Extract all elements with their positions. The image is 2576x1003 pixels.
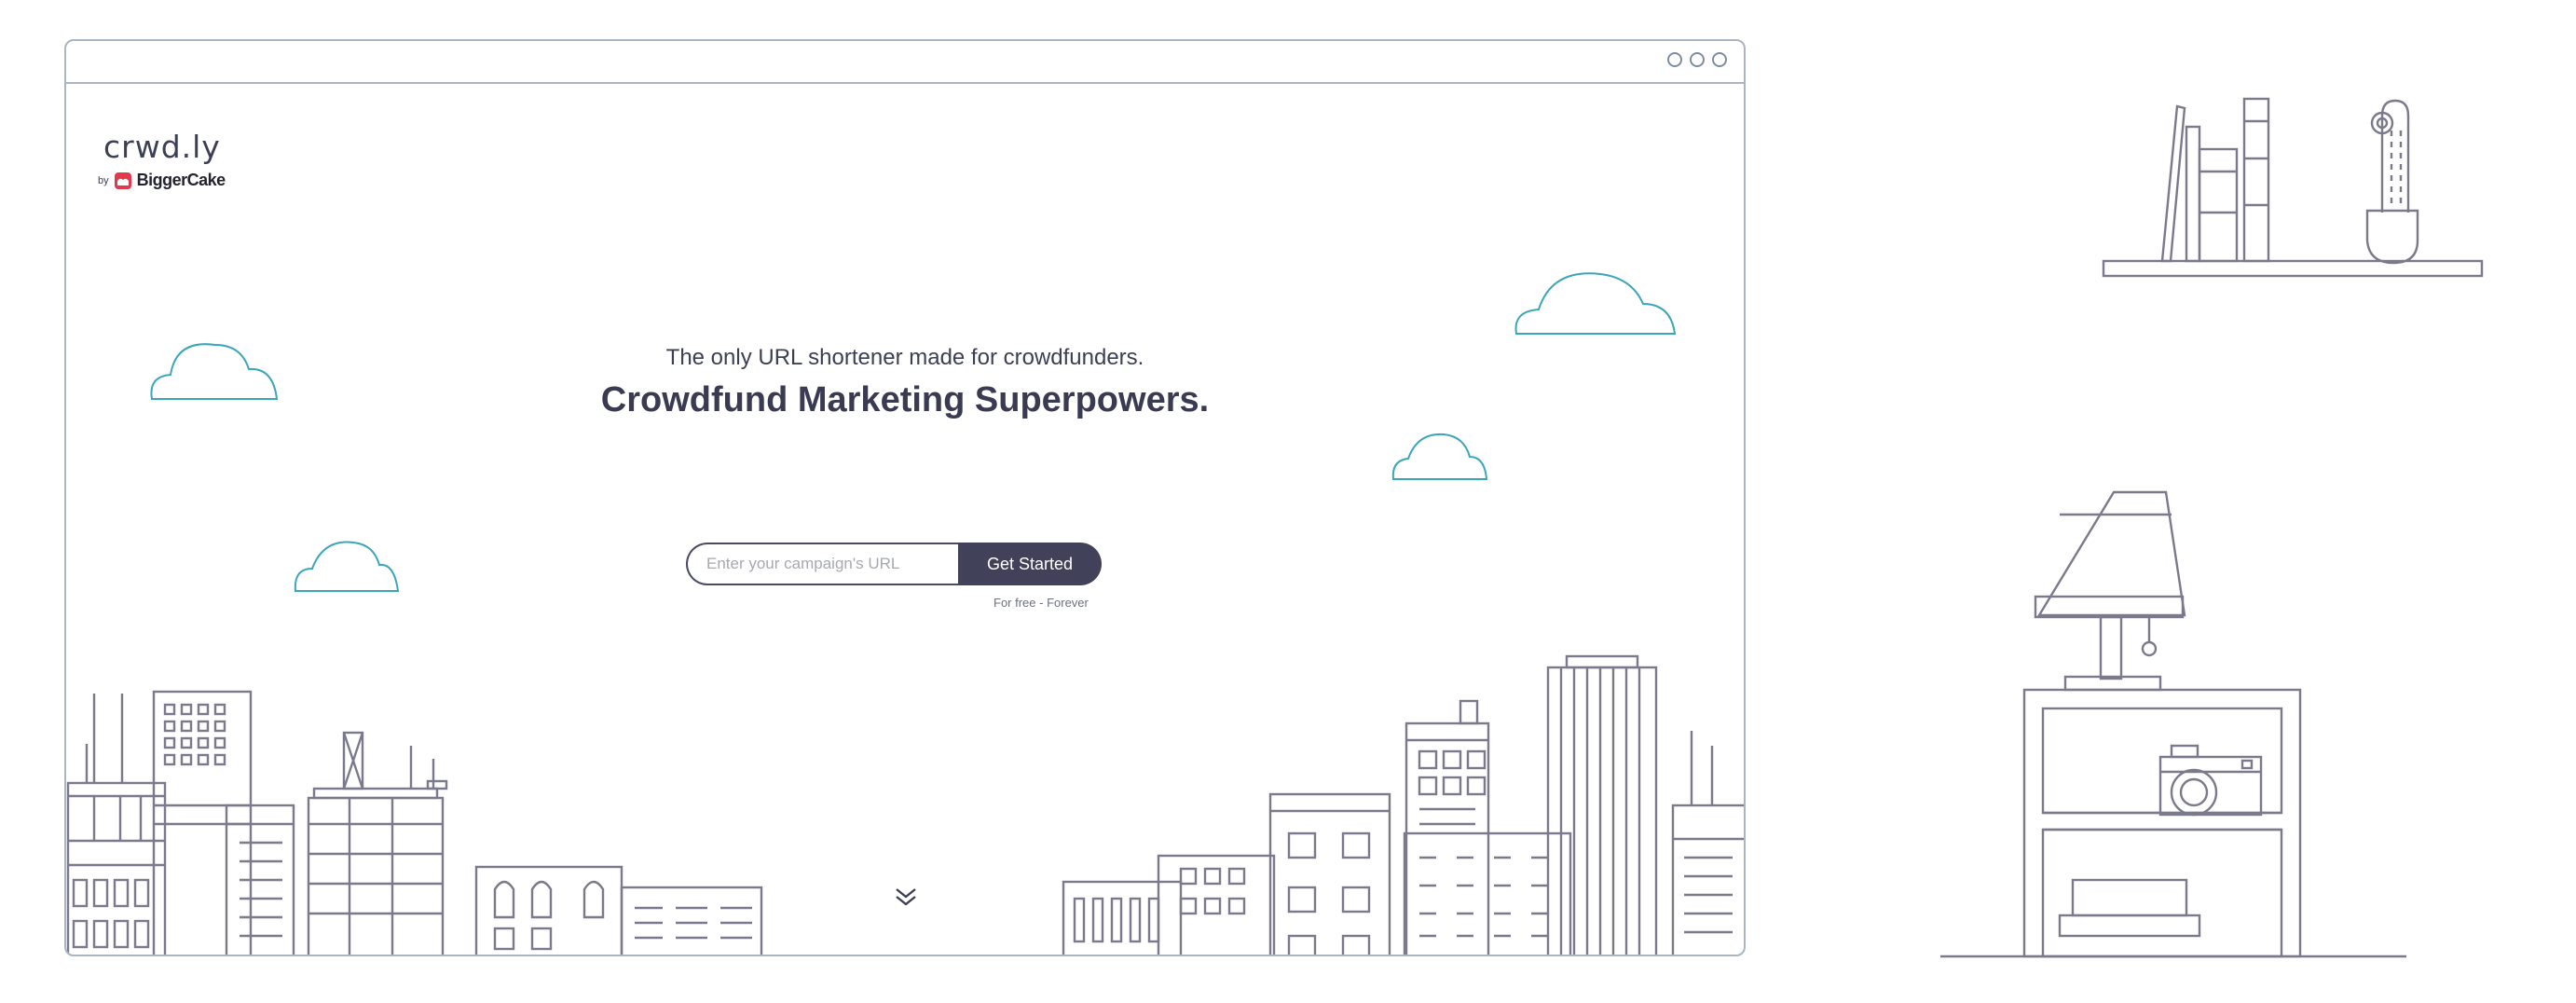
cloud-icon — [1514, 272, 1677, 335]
hero: The only URL shortener made for crowdfun… — [66, 345, 1744, 420]
room-illustration — [1940, 97, 2484, 958]
browser-title-bar — [66, 41, 1744, 84]
get-started-button[interactable]: Get Started — [958, 543, 1102, 585]
site-logo[interactable]: crwd.ly — [103, 129, 226, 165]
cactus-pot-icon — [2365, 99, 2419, 265]
chevron-double-down-icon[interactable] — [893, 884, 919, 914]
tagline: The only URL shortener made for crowdfun… — [665, 345, 1144, 370]
wall-shelf — [2102, 259, 2484, 278]
window-dot-icon[interactable] — [1690, 52, 1705, 67]
company-name[interactable]: BiggerCake — [137, 171, 226, 190]
window-dot-icon[interactable] — [1712, 52, 1727, 67]
headline: Crowdfund Marketing Superpowers. — [600, 380, 1210, 419]
fine-print: For free - Forever — [993, 596, 1089, 610]
signup-form: Get Started — [686, 543, 1102, 585]
city-skyline-illustration — [66, 272, 1744, 955]
campaign-url-input[interactable] — [686, 543, 958, 585]
nightstand-icon — [2022, 688, 2302, 958]
table-lamp-icon — [2034, 490, 2186, 692]
right-buildings — [1062, 654, 1744, 955]
camera-icon — [2158, 744, 2263, 817]
cloud-icon — [1391, 433, 1488, 480]
biggercake-logo-icon — [114, 172, 131, 189]
window-dot-icon[interactable] — [1667, 52, 1682, 67]
by-line: by BiggerCake — [98, 171, 226, 190]
books-icon — [2160, 97, 2270, 263]
left-buildings — [66, 690, 763, 955]
browser-window: crwd.ly by BiggerCake The only URL short… — [64, 39, 1746, 956]
page: crwd.ly by BiggerCake The only URL short… — [0, 0, 2576, 1003]
cloud-icon — [294, 541, 400, 592]
by-label: by — [98, 174, 109, 186]
window-controls — [1667, 52, 1727, 67]
storage-box-icon — [2058, 878, 2201, 938]
brand[interactable]: crwd.ly by BiggerCake — [98, 129, 226, 190]
